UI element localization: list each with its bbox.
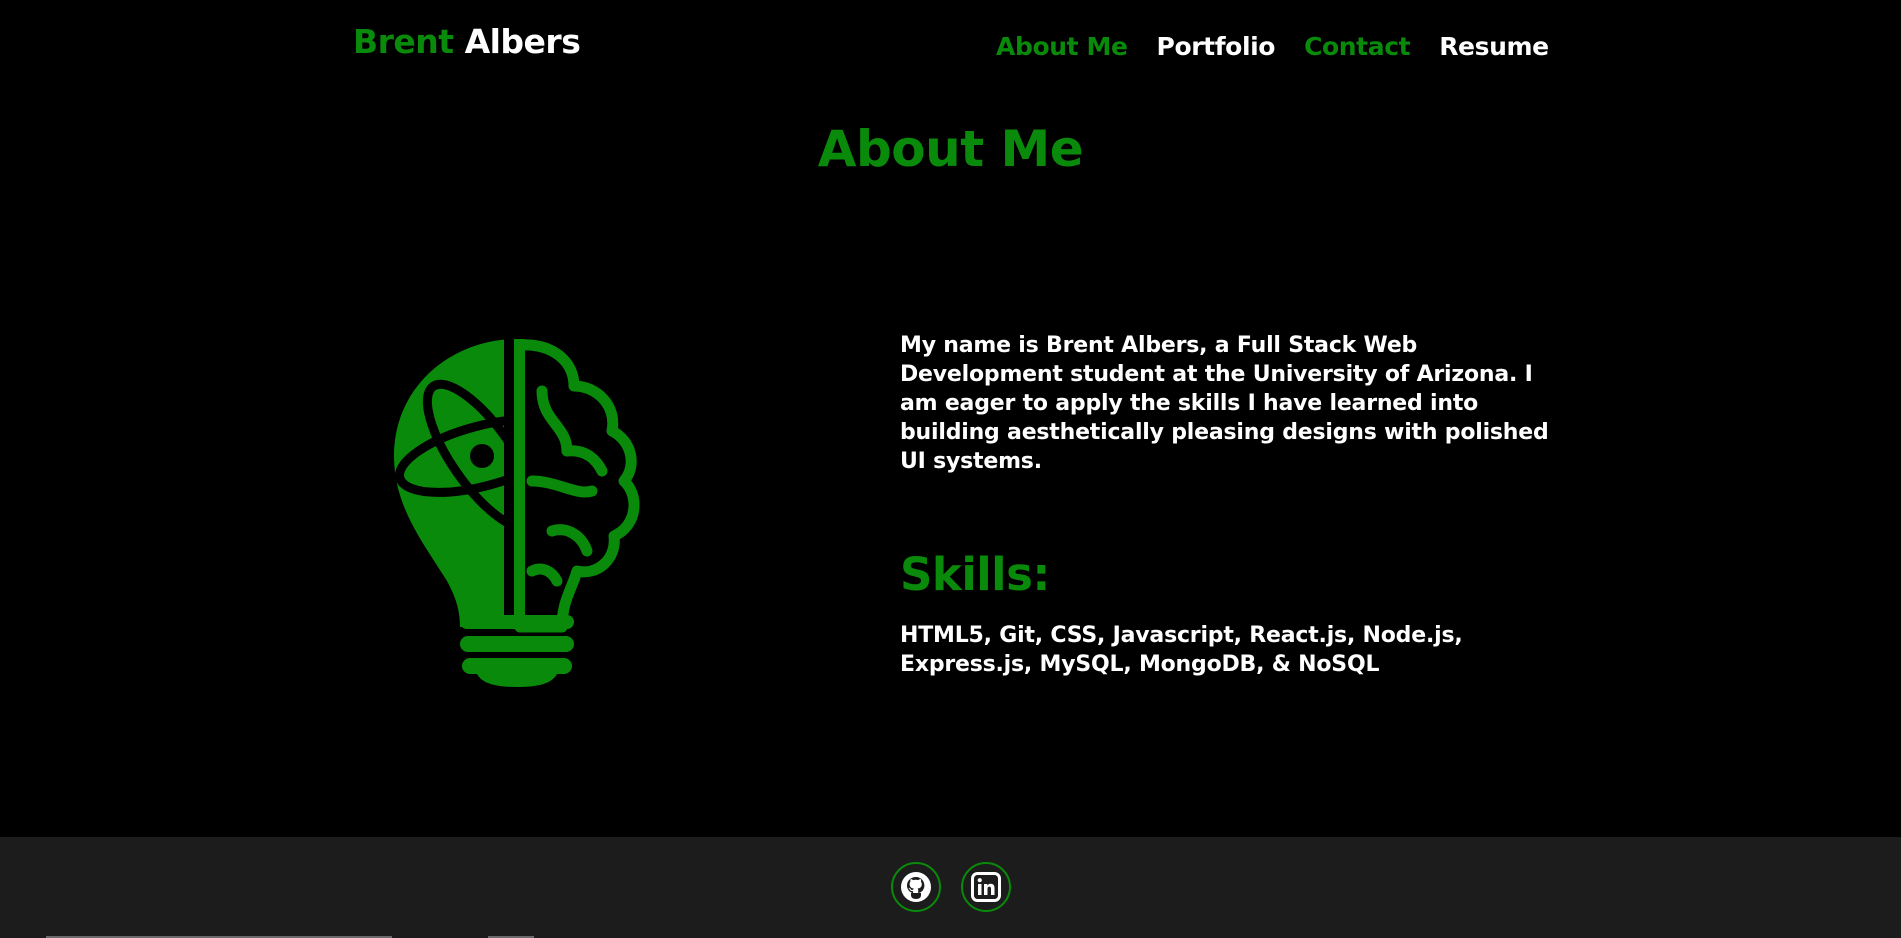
lightbulb-brain-atom-icon — [392, 331, 642, 687]
footer — [0, 837, 1901, 938]
bio-paragraph: My name is Brent Albers, a Full Stack We… — [900, 333, 1549, 474]
brand-logo[interactable]: Brent Albers — [353, 22, 581, 61]
page: Brent Albers About Me Portfolio Contact … — [0, 0, 1901, 938]
nav-contact[interactable]: Contact — [1304, 32, 1411, 61]
github-icon — [901, 872, 931, 902]
skills-heading: Skills: — [900, 548, 1050, 601]
main-nav: About Me Portfolio Contact Resume — [996, 32, 1549, 61]
brand-last-name: Albers — [464, 22, 581, 61]
brand-first-name: Brent — [353, 22, 454, 61]
linkedin-link[interactable] — [961, 862, 1011, 912]
nav-portfolio[interactable]: Portfolio — [1157, 32, 1276, 61]
page-title: About Me — [817, 120, 1084, 178]
nav-about-me[interactable]: About Me — [996, 32, 1128, 61]
nav-resume[interactable]: Resume — [1439, 32, 1549, 61]
linkedin-icon — [971, 872, 1001, 902]
github-link[interactable] — [891, 862, 941, 912]
skills-list: HTML5, Git, CSS, Javascript, React.js, N… — [900, 623, 1463, 677]
